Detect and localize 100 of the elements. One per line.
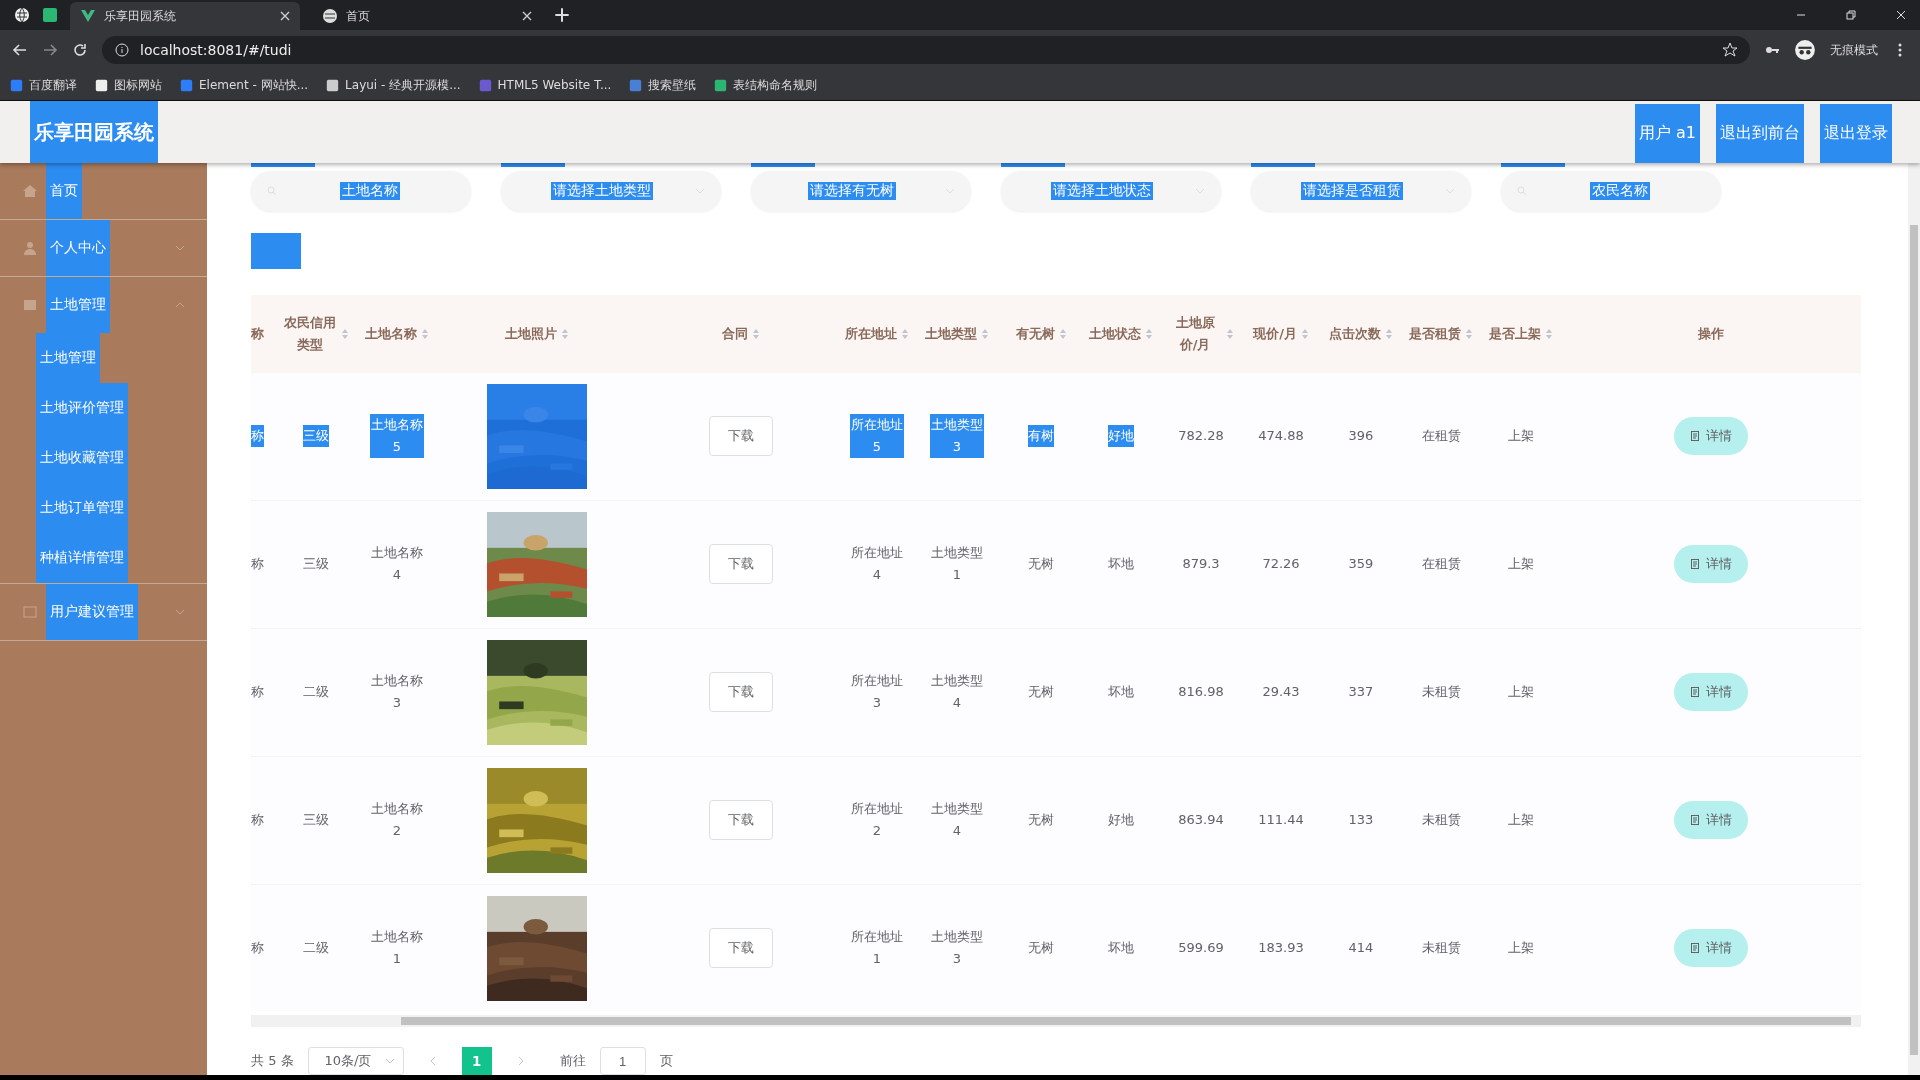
table-cell-text: 无树 [1028,811,1054,830]
reload-icon[interactable] [72,42,88,58]
column-header[interactable]: 土地类型 [913,294,1001,373]
vertical-scrollbar[interactable] [1908,163,1920,1075]
browser-tab[interactable]: 乐享田园系统 [70,2,300,30]
profile-label[interactable]: 无痕模式 [1830,41,1878,59]
table-cell-text: 土地名称3 [370,672,424,713]
table-cell-text: 359 [1348,555,1374,574]
detail-button[interactable]: 详情 [1674,929,1748,968]
close-icon[interactable] [280,11,290,21]
horizontal-scrollbar[interactable] [251,1015,1861,1027]
detail-button[interactable]: 详情 [1674,417,1748,456]
sort-icon[interactable] [1058,327,1067,340]
table-cell-text: 土地名称1 [370,928,424,969]
page-size-select[interactable]: 10条/页 [307,1047,404,1075]
sidebar-item[interactable]: 用户建议管理 [0,583,207,641]
select-field[interactable]: 请选择有无树 [751,171,971,211]
column-header[interactable]: 土地照片 [433,294,641,373]
column-header[interactable]: 是否上架 [1481,294,1561,373]
star-icon[interactable] [1722,42,1738,58]
search-field[interactable]: 农民名称 [1501,171,1721,211]
page-input[interactable]: 1 [599,1047,646,1075]
bookmark[interactable]: HTML5 Website T... [478,78,612,92]
browser-tab[interactable]: 首页 [312,2,542,30]
app-icon[interactable] [42,7,58,23]
column-header[interactable]: 农民信用类型 [271,294,361,373]
forward-icon[interactable] [42,42,58,58]
submenu-item[interactable]: 土地收藏管理 [36,433,128,483]
sort-icon[interactable] [561,327,569,340]
sort-icon[interactable] [1385,327,1393,340]
table-cell-text: 816.98 [1178,683,1224,702]
bookmark-icon [180,78,193,92]
submenu-item[interactable]: 土地订单管理 [36,483,128,533]
download-button[interactable]: 下载 [709,800,773,841]
plus-icon[interactable] [554,7,570,23]
sidebar-item[interactable]: 土地管理 [0,277,207,333]
table-cell: 称 [251,425,264,448]
sort-icon[interactable] [1145,327,1153,340]
close-icon[interactable] [522,11,532,21]
sidebar-item[interactable]: 首页 [0,163,207,220]
download-button[interactable]: 下载 [709,672,773,713]
header-button[interactable]: 退出到前台 [1716,104,1804,163]
bookmark[interactable]: 图标网站 [95,76,162,94]
download-button[interactable]: 下载 [709,928,773,969]
v-logo-icon [80,8,96,24]
download-button[interactable]: 下载 [709,416,773,457]
column-header[interactable]: 是否租赁 [1401,294,1481,373]
caret-icon [1195,186,1205,196]
column-header[interactable]: 所在地址 [841,294,913,373]
column-header[interactable]: 土地状态 [1081,294,1161,373]
detail-button[interactable]: 详情 [1674,545,1748,584]
sort-icon[interactable] [901,327,909,340]
close-icon[interactable] [1896,10,1906,20]
column-header[interactable]: 操作 [1561,294,1861,373]
address-field[interactable]: localhost:8081/#/tudi [102,36,1750,64]
column-header[interactable]: 合同 [641,294,841,373]
sidebar-item[interactable]: 个人中心 [0,220,207,277]
column-header[interactable]: 点击次数 [1321,294,1401,373]
column-header[interactable]: 有无树 [1001,294,1081,373]
detail-button[interactable]: 详情 [1674,801,1748,840]
sort-icon[interactable] [1545,327,1553,340]
column-header[interactable]: 土地原价/月 [1161,294,1241,373]
submenu-item[interactable]: 土地管理 [36,333,100,383]
restore-icon[interactable] [1846,10,1856,20]
bookmark[interactable]: 表结构命名规则 [714,76,818,94]
table-cell-text: 无树 [1028,555,1054,574]
table-cell-text: 599.69 [1178,939,1224,958]
column-header[interactable]: 称 [251,294,271,373]
search-field[interactable]: 土地名称 [251,171,471,211]
bookmark[interactable]: Layui - 经典开源模... [326,76,461,94]
sort-icon[interactable] [341,327,350,340]
sort-icon[interactable] [981,327,989,340]
globe-icon[interactable] [14,7,30,23]
bookmark[interactable]: 搜索壁纸 [629,76,697,94]
download-button[interactable]: 下载 [709,544,773,585]
bookmark-icon [10,78,23,92]
select-field[interactable]: 请选择土地状态 [1001,171,1221,211]
table-cell-text: 所在地址2 [850,800,904,841]
back-icon[interactable] [12,42,28,58]
submenu-item[interactable]: 土地评价管理 [36,383,128,433]
incognito-icon[interactable] [1794,39,1816,61]
sort-icon[interactable] [421,327,429,340]
sort-icon[interactable] [752,327,760,340]
select-field[interactable]: 请选择土地类型 [501,171,721,211]
table-cell-text: 称 [251,811,264,830]
submenu-item[interactable]: 种植详情管理 [36,533,128,583]
select-field[interactable]: 请选择是否租赁 [1251,171,1471,211]
bookmark-icon [326,78,340,92]
bookmark[interactable]: 百度翻译 [10,76,77,94]
header-button[interactable]: 退出登录 [1820,104,1892,163]
sort-icon[interactable] [1226,327,1235,340]
sort-icon[interactable] [1300,327,1309,340]
table-cell-text: 183.93 [1258,939,1304,958]
column-header[interactable]: 土地名称 [361,294,433,373]
column-header[interactable]: 现价/月 [1241,294,1321,373]
search-button[interactable] [251,233,301,269]
header-button[interactable]: 用户 a1 [1634,104,1700,163]
sort-icon[interactable] [1465,327,1473,340]
detail-button[interactable]: 详情 [1674,673,1748,712]
bookmark[interactable]: Element - 网站快... [180,76,309,94]
